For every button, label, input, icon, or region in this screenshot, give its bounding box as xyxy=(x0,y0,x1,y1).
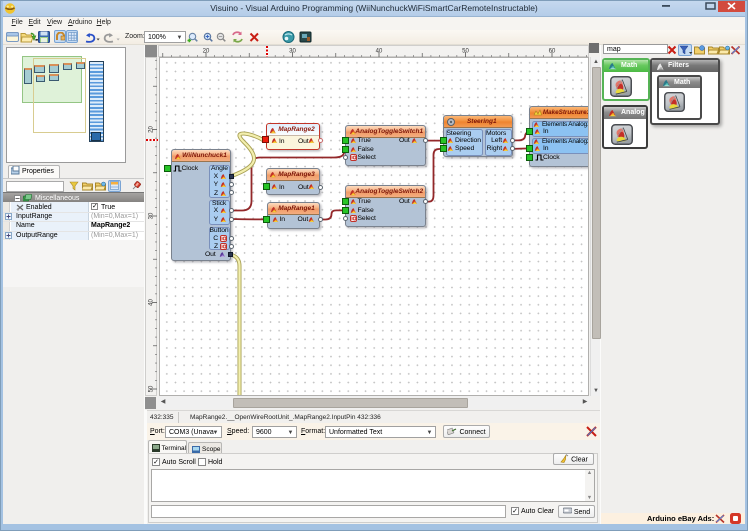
svg-text:20: 20 xyxy=(203,49,210,55)
svg-text:40: 40 xyxy=(149,299,155,306)
svg-text:50: 50 xyxy=(462,49,469,55)
svg-text:20: 20 xyxy=(149,126,155,133)
svg-text:30: 30 xyxy=(289,49,296,55)
svg-text:40: 40 xyxy=(376,49,383,55)
svg-text:60: 60 xyxy=(549,49,556,55)
svg-text:50: 50 xyxy=(149,385,155,392)
svg-text:30: 30 xyxy=(149,212,155,219)
